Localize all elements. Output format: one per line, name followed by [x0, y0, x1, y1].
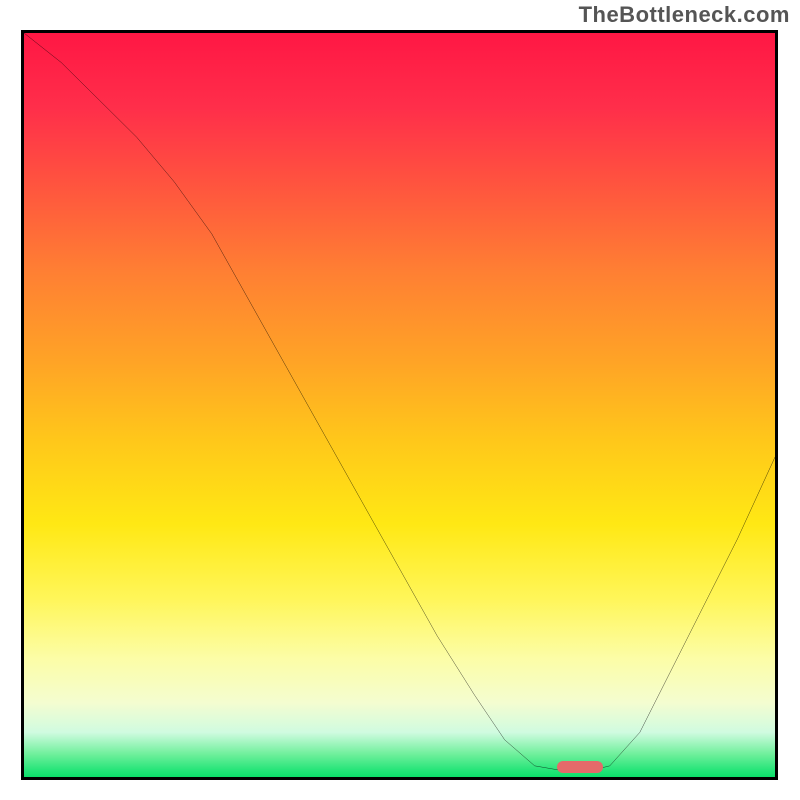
plot-area — [21, 30, 778, 780]
watermark-text: TheBottleneck.com — [579, 2, 790, 28]
optimal-marker — [557, 761, 603, 773]
bottleneck-curve — [24, 33, 775, 777]
